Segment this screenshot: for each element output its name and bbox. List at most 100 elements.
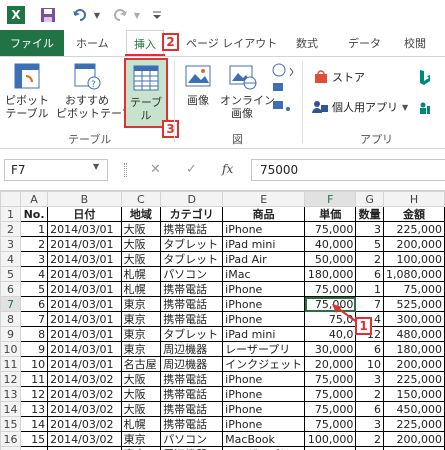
- table-cell[interactable]: 5: [355, 236, 384, 252]
- table-cell[interactable]: 75,000: [304, 281, 357, 297]
- table-cell[interactable]: 180,000: [382, 341, 445, 357]
- table-cell[interactable]: 大阪: [120, 221, 162, 237]
- table-cell[interactable]: 携帯電話: [160, 296, 224, 312]
- tab-page-layout[interactable]: ページ レイアウト: [186, 30, 277, 56]
- table-cell[interactable]: 大阪: [120, 251, 162, 267]
- table-cell[interactable]: 1: [355, 281, 384, 297]
- table-cell[interactable]: 周辺機器: [160, 341, 224, 357]
- table-cell[interactable]: 450,000: [382, 401, 445, 417]
- table-cell[interactable]: 商品: [222, 206, 306, 222]
- row-header[interactable]: 10: [0, 341, 21, 357]
- column-header[interactable]: C: [120, 191, 162, 207]
- table-cell[interactable]: 携帯電話: [160, 371, 224, 387]
- table-cell[interactable]: カテゴリ: [160, 206, 224, 222]
- row-header[interactable]: 17: [0, 446, 21, 450]
- insert-function-icon[interactable]: fx: [222, 162, 233, 176]
- table-cell[interactable]: 6: [355, 401, 384, 417]
- table-cell[interactable]: iPhone: [222, 386, 306, 402]
- table-cell[interactable]: 東京: [120, 326, 162, 342]
- table-cell[interactable]: 大阪: [120, 236, 162, 252]
- table-cell[interactable]: 100,000: [382, 251, 445, 267]
- table-cell[interactable]: 大阪: [120, 386, 162, 402]
- formula-input[interactable]: 75000: [251, 159, 445, 181]
- table-cell[interactable]: 10: [355, 356, 384, 372]
- table-cell[interactable]: 200,000: [382, 356, 445, 372]
- table-cell[interactable]: No.: [19, 206, 49, 222]
- redo-icon[interactable]: [110, 5, 130, 25]
- row-header[interactable]: 15: [0, 416, 21, 432]
- table-cell[interactable]: 周辺機器: [160, 356, 224, 372]
- table-cell[interactable]: 1: [19, 221, 49, 237]
- table-cell[interactable]: 2014/03/01: [47, 356, 122, 372]
- redo-dropdown-icon[interactable]: ▼: [132, 5, 142, 25]
- column-header[interactable]: B: [47, 191, 122, 207]
- table-cell[interactable]: 札幌: [120, 281, 162, 297]
- pivot-table-button[interactable]: ピボット テーブル: [4, 61, 50, 120]
- table-cell[interactable]: 20,000: [304, 356, 357, 372]
- table-cell[interactable]: パソコン: [160, 266, 224, 282]
- table-cell[interactable]: 300,000: [382, 311, 445, 327]
- table-cell[interactable]: 大阪: [120, 371, 162, 387]
- table-cell[interactable]: 180,000: [304, 266, 357, 282]
- row-header[interactable]: 6: [0, 281, 21, 297]
- row-header[interactable]: 5: [0, 266, 21, 282]
- tab-file[interactable]: ファイル: [0, 30, 64, 56]
- table-cell[interactable]: 2: [355, 446, 384, 450]
- tab-insert[interactable]: 挿入: [126, 30, 164, 56]
- column-header[interactable]: G: [355, 191, 384, 207]
- table-cell[interactable]: タブレット: [160, 236, 224, 252]
- table-cell[interactable]: iPhone: [222, 401, 306, 417]
- table-cell[interactable]: 2: [355, 431, 384, 447]
- table-cell[interactable]: 9: [19, 341, 49, 357]
- table-cell[interactable]: 5: [19, 281, 49, 297]
- table-cell[interactable]: 525,000: [382, 296, 445, 312]
- online-picture-button[interactable]: オンライン 画像: [220, 61, 275, 120]
- people-graph-icon[interactable]: [418, 101, 432, 118]
- table-cell[interactable]: タブレット: [160, 326, 224, 342]
- column-header[interactable]: D: [160, 191, 224, 207]
- table-cell[interactable]: 75,000: [382, 281, 445, 297]
- table-cell[interactable]: パソコン: [160, 431, 224, 447]
- table-cell[interactable]: 2014/03/01: [47, 326, 122, 342]
- row-header[interactable]: 4: [0, 251, 21, 267]
- table-cell[interactable]: 東京: [120, 341, 162, 357]
- row-header[interactable]: 13: [0, 386, 21, 402]
- table-button[interactable]: テーブル: [124, 58, 168, 128]
- table-cell[interactable]: 60,000: [382, 446, 445, 450]
- table-cell[interactable]: 14: [19, 416, 49, 432]
- table-cell[interactable]: 携帯電話: [160, 311, 224, 327]
- table-cell[interactable]: iPhone: [222, 281, 306, 297]
- table-cell[interactable]: iPad mini: [222, 326, 306, 342]
- table-cell[interactable]: 2014/03/02: [47, 371, 122, 387]
- table-cell[interactable]: 16: [19, 446, 49, 450]
- table-cell[interactable]: 4: [19, 266, 49, 282]
- table-cell[interactable]: 3: [19, 251, 49, 267]
- column-header[interactable]: E: [222, 191, 306, 207]
- table-cell[interactable]: 名古屋: [120, 356, 162, 372]
- table-cell[interactable]: 携帯電話: [160, 416, 224, 432]
- table-cell[interactable]: 150,000: [382, 386, 445, 402]
- table-cell[interactable]: iPhone: [222, 311, 306, 327]
- table-cell[interactable]: 携帯電話: [160, 281, 224, 297]
- table-cell[interactable]: 6: [355, 266, 384, 282]
- table-cell[interactable]: 2014/03/01: [47, 221, 122, 237]
- table-cell[interactable]: 75,000: [304, 371, 357, 387]
- table-cell[interactable]: 1,080,000: [382, 266, 445, 282]
- row-header[interactable]: 3: [0, 236, 21, 252]
- row-header[interactable]: 1: [0, 206, 21, 222]
- table-cell[interactable]: 75,000: [304, 221, 357, 237]
- table-cell[interactable]: 50,000: [304, 251, 357, 267]
- table-cell[interactable]: 200,000: [382, 236, 445, 252]
- select-all-corner[interactable]: [0, 191, 21, 207]
- table-cell[interactable]: 2014/03/02: [47, 416, 122, 432]
- table-cell[interactable]: 6: [355, 341, 384, 357]
- table-cell[interactable]: 2014/03/01: [47, 341, 122, 357]
- table-cell[interactable]: 2: [355, 386, 384, 402]
- table-cell[interactable]: 札幌: [120, 416, 162, 432]
- table-cell[interactable]: iPhone: [222, 371, 306, 387]
- table-cell[interactable]: 大阪: [120, 401, 162, 417]
- row-header[interactable]: 16: [0, 431, 21, 447]
- shapes-button[interactable]: [268, 61, 298, 124]
- table-cell[interactable]: 2014/03/01: [47, 311, 122, 327]
- table-cell[interactable]: 75,000: [304, 401, 357, 417]
